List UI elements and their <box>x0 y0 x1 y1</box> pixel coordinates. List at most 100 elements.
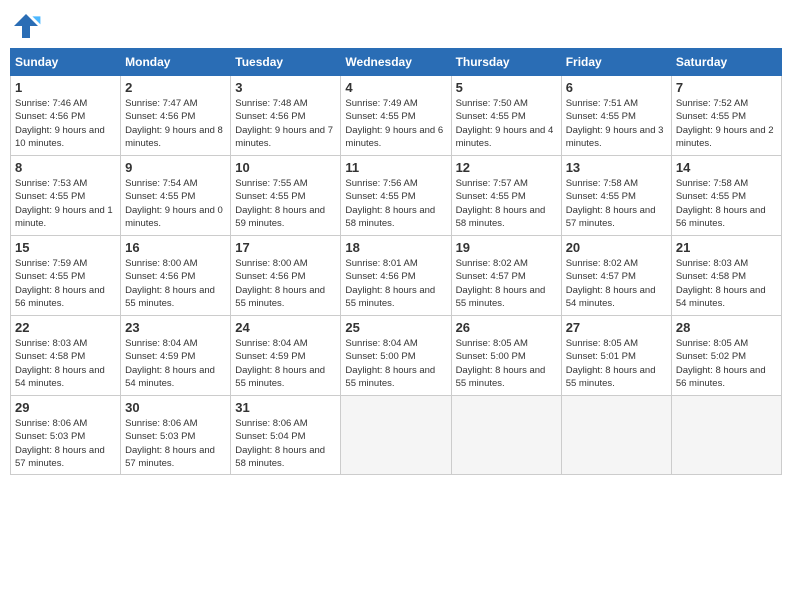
calendar-header: SundayMondayTuesdayWednesdayThursdayFrid… <box>11 49 782 76</box>
day-number: 1 <box>15 80 116 95</box>
day-detail: Sunrise: 7:52 AMSunset: 4:55 PMDaylight:… <box>676 98 774 149</box>
day-detail: Sunrise: 7:57 AMSunset: 4:55 PMDaylight:… <box>456 178 546 229</box>
calendar-cell: 30 Sunrise: 8:06 AMSunset: 5:03 PMDaylig… <box>121 396 231 475</box>
calendar-cell: 4 Sunrise: 7:49 AMSunset: 4:55 PMDayligh… <box>341 76 451 156</box>
day-detail: Sunrise: 8:02 AMSunset: 4:57 PMDaylight:… <box>456 258 546 309</box>
col-header-sunday: Sunday <box>11 49 121 76</box>
calendar-cell: 14 Sunrise: 7:58 AMSunset: 4:55 PMDaylig… <box>671 156 781 236</box>
calendar-cell <box>561 396 671 475</box>
calendar-cell: 11 Sunrise: 7:56 AMSunset: 4:55 PMDaylig… <box>341 156 451 236</box>
day-number: 18 <box>345 240 446 255</box>
calendar-cell: 28 Sunrise: 8:05 AMSunset: 5:02 PMDaylig… <box>671 316 781 396</box>
week-row-1: 1 Sunrise: 7:46 AMSunset: 4:56 PMDayligh… <box>11 76 782 156</box>
calendar-cell: 16 Sunrise: 8:00 AMSunset: 4:56 PMDaylig… <box>121 236 231 316</box>
week-row-3: 15 Sunrise: 7:59 AMSunset: 4:55 PMDaylig… <box>11 236 782 316</box>
day-number: 24 <box>235 320 336 335</box>
day-number: 30 <box>125 400 226 415</box>
calendar-cell: 27 Sunrise: 8:05 AMSunset: 5:01 PMDaylig… <box>561 316 671 396</box>
day-number: 28 <box>676 320 777 335</box>
col-header-tuesday: Tuesday <box>231 49 341 76</box>
day-detail: Sunrise: 7:55 AMSunset: 4:55 PMDaylight:… <box>235 178 325 229</box>
day-number: 16 <box>125 240 226 255</box>
day-number: 4 <box>345 80 446 95</box>
day-number: 12 <box>456 160 557 175</box>
calendar-cell: 23 Sunrise: 8:04 AMSunset: 4:59 PMDaylig… <box>121 316 231 396</box>
calendar-cell: 26 Sunrise: 8:05 AMSunset: 5:00 PMDaylig… <box>451 316 561 396</box>
day-number: 10 <box>235 160 336 175</box>
day-detail: Sunrise: 8:00 AMSunset: 4:56 PMDaylight:… <box>235 258 325 309</box>
day-detail: Sunrise: 7:49 AMSunset: 4:55 PMDaylight:… <box>345 98 443 149</box>
day-detail: Sunrise: 8:03 AMSunset: 4:58 PMDaylight:… <box>15 338 105 389</box>
day-number: 9 <box>125 160 226 175</box>
day-detail: Sunrise: 7:53 AMSunset: 4:55 PMDaylight:… <box>15 178 113 229</box>
calendar-cell <box>451 396 561 475</box>
day-detail: Sunrise: 8:04 AMSunset: 4:59 PMDaylight:… <box>125 338 215 389</box>
calendar-cell: 9 Sunrise: 7:54 AMSunset: 4:55 PMDayligh… <box>121 156 231 236</box>
calendar-cell: 15 Sunrise: 7:59 AMSunset: 4:55 PMDaylig… <box>11 236 121 316</box>
day-detail: Sunrise: 8:05 AMSunset: 5:02 PMDaylight:… <box>676 338 766 389</box>
day-detail: Sunrise: 8:00 AMSunset: 4:56 PMDaylight:… <box>125 258 215 309</box>
day-detail: Sunrise: 8:02 AMSunset: 4:57 PMDaylight:… <box>566 258 656 309</box>
day-detail: Sunrise: 7:54 AMSunset: 4:55 PMDaylight:… <box>125 178 223 229</box>
day-number: 26 <box>456 320 557 335</box>
calendar-cell: 20 Sunrise: 8:02 AMSunset: 4:57 PMDaylig… <box>561 236 671 316</box>
calendar-cell: 18 Sunrise: 8:01 AMSunset: 4:56 PMDaylig… <box>341 236 451 316</box>
day-number: 15 <box>15 240 116 255</box>
day-number: 11 <box>345 160 446 175</box>
day-number: 17 <box>235 240 336 255</box>
calendar-cell: 24 Sunrise: 8:04 AMSunset: 4:59 PMDaylig… <box>231 316 341 396</box>
calendar-cell: 25 Sunrise: 8:04 AMSunset: 5:00 PMDaylig… <box>341 316 451 396</box>
calendar-cell <box>671 396 781 475</box>
calendar-cell: 10 Sunrise: 7:55 AMSunset: 4:55 PMDaylig… <box>231 156 341 236</box>
day-detail: Sunrise: 7:58 AMSunset: 4:55 PMDaylight:… <box>566 178 656 229</box>
calendar-cell: 6 Sunrise: 7:51 AMSunset: 4:55 PMDayligh… <box>561 76 671 156</box>
day-detail: Sunrise: 7:56 AMSunset: 4:55 PMDaylight:… <box>345 178 435 229</box>
day-detail: Sunrise: 7:47 AMSunset: 4:56 PMDaylight:… <box>125 98 223 149</box>
day-number: 25 <box>345 320 446 335</box>
day-number: 7 <box>676 80 777 95</box>
calendar-cell: 2 Sunrise: 7:47 AMSunset: 4:56 PMDayligh… <box>121 76 231 156</box>
day-detail: Sunrise: 7:46 AMSunset: 4:56 PMDaylight:… <box>15 98 105 149</box>
day-detail: Sunrise: 7:59 AMSunset: 4:55 PMDaylight:… <box>15 258 105 309</box>
day-detail: Sunrise: 7:58 AMSunset: 4:55 PMDaylight:… <box>676 178 766 229</box>
day-detail: Sunrise: 8:01 AMSunset: 4:56 PMDaylight:… <box>345 258 435 309</box>
day-detail: Sunrise: 8:06 AMSunset: 5:03 PMDaylight:… <box>15 418 105 469</box>
calendar-cell: 3 Sunrise: 7:48 AMSunset: 4:56 PMDayligh… <box>231 76 341 156</box>
calendar-table: SundayMondayTuesdayWednesdayThursdayFrid… <box>10 48 782 475</box>
day-number: 23 <box>125 320 226 335</box>
calendar-cell: 31 Sunrise: 8:06 AMSunset: 5:04 PMDaylig… <box>231 396 341 475</box>
day-detail: Sunrise: 8:04 AMSunset: 4:59 PMDaylight:… <box>235 338 325 389</box>
calendar-cell: 12 Sunrise: 7:57 AMSunset: 4:55 PMDaylig… <box>451 156 561 236</box>
col-header-wednesday: Wednesday <box>341 49 451 76</box>
day-number: 14 <box>676 160 777 175</box>
day-number: 29 <box>15 400 116 415</box>
col-header-thursday: Thursday <box>451 49 561 76</box>
day-detail: Sunrise: 8:06 AMSunset: 5:04 PMDaylight:… <box>235 418 325 469</box>
day-number: 27 <box>566 320 667 335</box>
day-detail: Sunrise: 8:05 AMSunset: 5:01 PMDaylight:… <box>566 338 656 389</box>
calendar-cell: 1 Sunrise: 7:46 AMSunset: 4:56 PMDayligh… <box>11 76 121 156</box>
day-number: 20 <box>566 240 667 255</box>
calendar-cell: 17 Sunrise: 8:00 AMSunset: 4:56 PMDaylig… <box>231 236 341 316</box>
calendar-cell: 19 Sunrise: 8:02 AMSunset: 4:57 PMDaylig… <box>451 236 561 316</box>
calendar-cell: 7 Sunrise: 7:52 AMSunset: 4:55 PMDayligh… <box>671 76 781 156</box>
day-detail: Sunrise: 8:04 AMSunset: 5:00 PMDaylight:… <box>345 338 435 389</box>
logo-icon <box>10 10 42 42</box>
day-number: 6 <box>566 80 667 95</box>
day-number: 22 <box>15 320 116 335</box>
col-header-saturday: Saturday <box>671 49 781 76</box>
calendar-cell: 5 Sunrise: 7:50 AMSunset: 4:55 PMDayligh… <box>451 76 561 156</box>
col-header-friday: Friday <box>561 49 671 76</box>
day-number: 19 <box>456 240 557 255</box>
day-number: 3 <box>235 80 336 95</box>
day-detail: Sunrise: 7:48 AMSunset: 4:56 PMDaylight:… <box>235 98 333 149</box>
calendar-cell: 21 Sunrise: 8:03 AMSunset: 4:58 PMDaylig… <box>671 236 781 316</box>
week-row-4: 22 Sunrise: 8:03 AMSunset: 4:58 PMDaylig… <box>11 316 782 396</box>
day-number: 13 <box>566 160 667 175</box>
calendar-cell <box>341 396 451 475</box>
day-detail: Sunrise: 8:06 AMSunset: 5:03 PMDaylight:… <box>125 418 215 469</box>
calendar-cell: 8 Sunrise: 7:53 AMSunset: 4:55 PMDayligh… <box>11 156 121 236</box>
calendar-cell: 22 Sunrise: 8:03 AMSunset: 4:58 PMDaylig… <box>11 316 121 396</box>
day-number: 5 <box>456 80 557 95</box>
week-row-2: 8 Sunrise: 7:53 AMSunset: 4:55 PMDayligh… <box>11 156 782 236</box>
